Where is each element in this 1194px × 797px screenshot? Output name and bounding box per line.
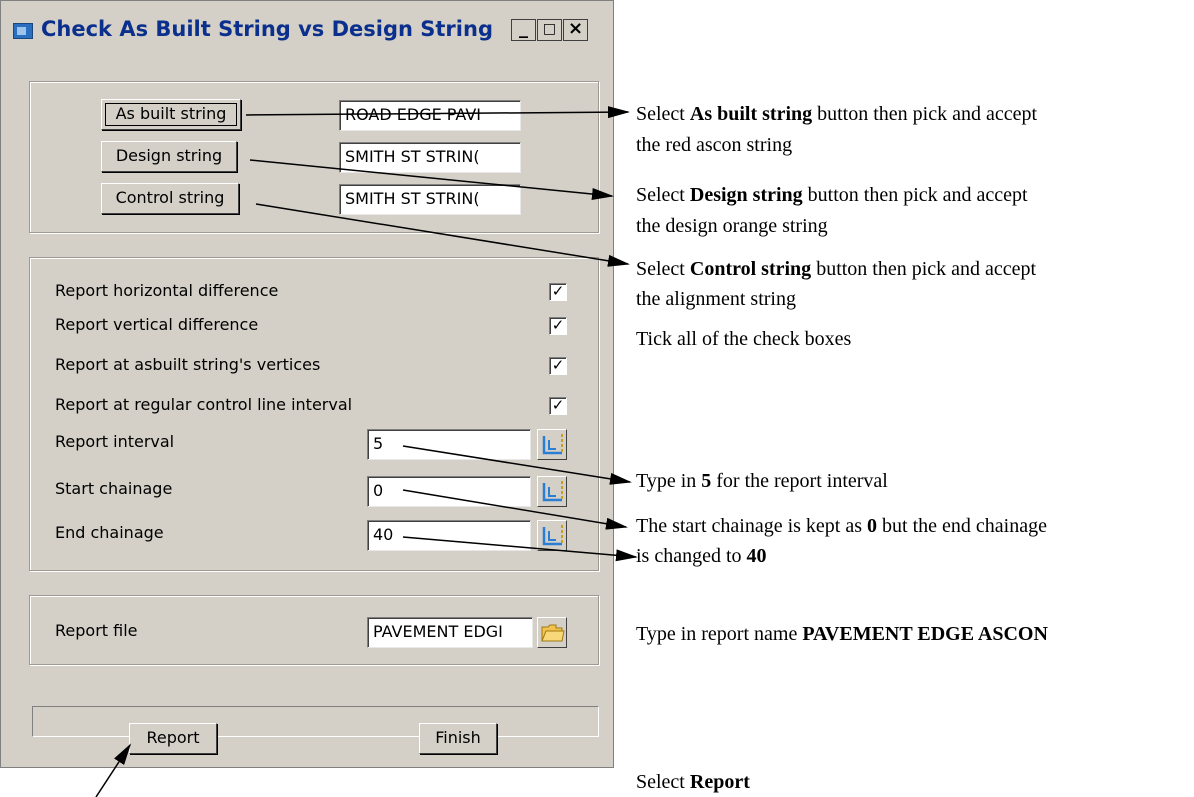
arrow-as-built bbox=[245, 106, 630, 119]
arrow-interval bbox=[402, 445, 632, 485]
arrow-design bbox=[249, 159, 614, 200]
arrow-end bbox=[402, 536, 638, 562]
arrow-report bbox=[95, 743, 132, 797]
arrow-control bbox=[255, 203, 630, 267]
callout-arrows bbox=[95, 106, 638, 797]
arrow-start bbox=[402, 489, 628, 530]
